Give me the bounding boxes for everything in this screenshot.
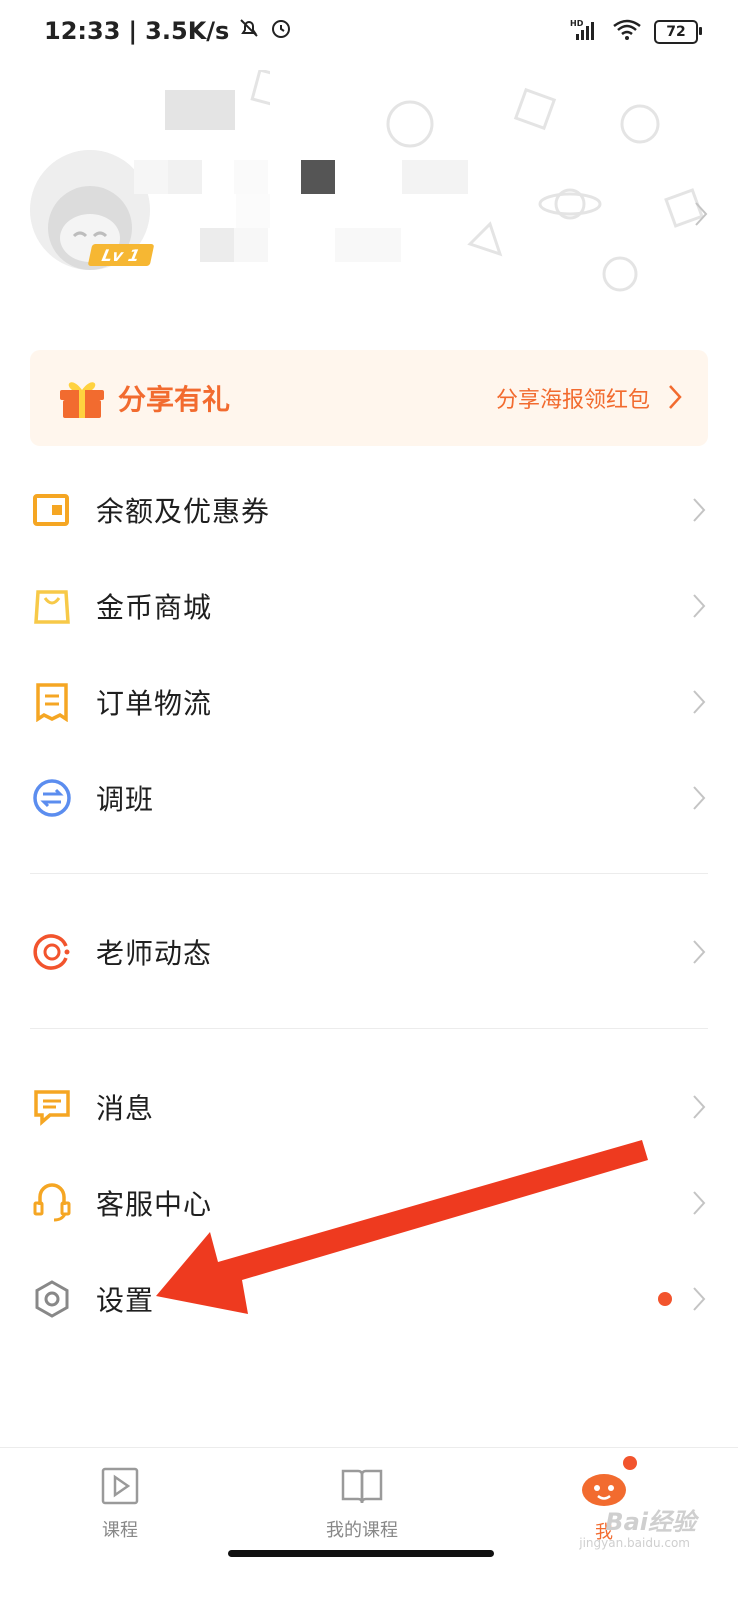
blurred-username-block [236, 194, 270, 228]
menu-label-orders: 订单物流 [96, 687, 213, 720]
watermark-brand: Bai经验 [605, 1508, 696, 1536]
settings-icon [32, 1279, 72, 1319]
chevron-right-icon [692, 593, 706, 623]
share-banner[interactable]: 分享有礼 分享海报领红包 [30, 350, 708, 446]
tab-me-notification-dot [623, 1456, 637, 1470]
gift-icon [58, 376, 106, 420]
alarm-icon [269, 16, 293, 46]
message-icon [32, 1087, 72, 1127]
signal-hd-label: HD [570, 19, 584, 28]
menu-item-orders[interactable]: 订单物流 [0, 654, 738, 750]
tab-course[interactable]: 课程 [50, 1466, 190, 1542]
blurred-username-block [134, 160, 168, 194]
status-time: 12:33 [44, 17, 121, 45]
blurred-username-block [168, 160, 202, 194]
chevron-right-icon [692, 785, 706, 815]
chevron-right-icon [692, 1190, 706, 1220]
menu-label-settings: 设置 [96, 1284, 155, 1317]
chevron-right-icon [692, 689, 706, 719]
status-left: 12:33 | 3.5K/s [44, 16, 293, 46]
status-separator: | [128, 17, 138, 45]
blurred-subtitle-block [234, 228, 268, 262]
receipt-icon [32, 682, 72, 723]
menu-label-teacher-updates: 老师动态 [96, 937, 213, 970]
menu-item-settings[interactable]: 设置 [0, 1251, 738, 1347]
chevron-right-icon [692, 497, 706, 527]
tab-label-my-course: 我的课程 [326, 1520, 398, 1541]
chevron-right-icon [692, 1094, 706, 1124]
menu-item-customer-service[interactable]: 客服中心 [0, 1155, 738, 1251]
signal-icon: HD [570, 18, 600, 46]
status-right: HD 72 [570, 18, 702, 46]
tab-label-course: 课程 [102, 1520, 138, 1541]
blurred-subtitle-block [335, 228, 401, 262]
swap-icon [32, 778, 72, 818]
background-doodles [386, 87, 704, 292]
blurred-username-block [234, 160, 268, 194]
settings-notification-dot [658, 1292, 672, 1306]
status-net-speed: 3.5K/s [145, 17, 230, 45]
headset-icon [32, 1183, 72, 1223]
share-title: 分享有礼 [118, 383, 231, 416]
wifi-icon [612, 18, 642, 46]
watermark-url: jingyan.baidu.com [579, 1536, 690, 1550]
shopping-bag-icon [32, 586, 72, 626]
tab-my-course[interactable]: 我的课程 [292, 1466, 432, 1542]
level-badge: Lv 1 [87, 244, 155, 266]
chevron-right-icon [692, 939, 706, 969]
mute-notification-icon [237, 16, 261, 46]
open-book-icon [340, 1469, 384, 1510]
menu-item-coin-mall[interactable]: 金币商城 [0, 558, 738, 654]
menu-label-balance: 余额及优惠券 [96, 495, 271, 528]
blurred-username-block [301, 160, 335, 194]
wallet-icon [32, 490, 72, 530]
menu-label-coin-mall: 金币商城 [96, 591, 213, 624]
profile-chevron-icon [694, 201, 708, 231]
divider [30, 873, 708, 874]
share-poster-link[interactable]: 分享海报领红包 [496, 382, 650, 414]
play-video-icon [100, 1467, 140, 1510]
status-bar: 12:33 | 3.5K/s HD 72 [0, 0, 738, 64]
menu-item-class-transfer[interactable]: 调班 [0, 750, 738, 846]
menu-label-customer-service: 客服中心 [96, 1188, 213, 1221]
profile-header[interactable]: Lv 1 [0, 64, 738, 334]
home-indicator [228, 1550, 494, 1557]
share-chevron-icon [668, 384, 682, 414]
blurred-subtitle-block [200, 228, 234, 262]
menu-label-class-transfer: 调班 [96, 783, 155, 816]
background-doodle-top [165, 70, 270, 130]
menu-item-messages[interactable]: 消息 [0, 1059, 738, 1155]
menu-item-balance[interactable]: 余额及优惠券 [0, 462, 738, 558]
blurred-username-block [402, 160, 468, 194]
teacher-feed-icon [32, 932, 72, 972]
chevron-right-icon [692, 1286, 706, 1316]
battery-icon: 72 [654, 20, 702, 44]
divider [30, 1028, 708, 1029]
menu-item-teacher-updates[interactable]: 老师动态 [0, 904, 738, 1000]
menu-label-messages: 消息 [96, 1092, 155, 1125]
